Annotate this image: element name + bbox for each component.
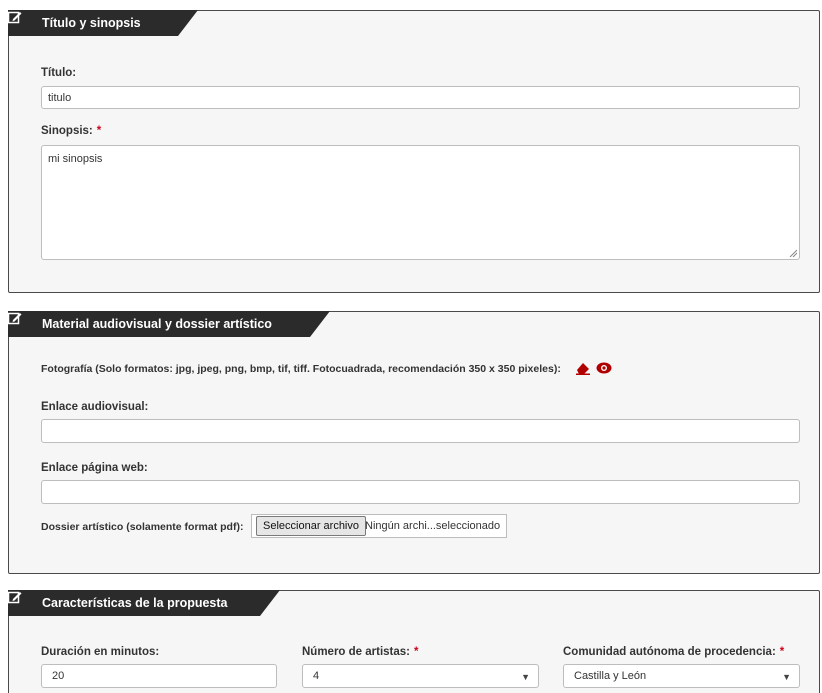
resize-grip-icon[interactable]	[789, 249, 797, 257]
titulo-input[interactable]: titulo	[41, 86, 800, 109]
comunidad-select[interactable]: Castilla y León ▼	[563, 664, 800, 688]
artistas-select[interactable]: 4 ▼	[302, 664, 539, 688]
edit-icon	[8, 11, 22, 24]
dossier-label: Dossier artístico (solamente format pdf)…	[41, 521, 244, 533]
artistas-label-text: Número de artistas:	[302, 646, 411, 658]
required-marker: *	[414, 646, 419, 658]
eye-icon[interactable]	[596, 362, 612, 374]
fotografia-label: Fotografía (Solo formatos: jpg, jpeg, pn…	[41, 363, 561, 375]
duracion-input[interactable]: 20	[41, 664, 277, 688]
caret-down-icon: ▼	[782, 672, 791, 682]
enlace-audiovisual-label: Enlace audiovisual:	[41, 401, 149, 413]
sinopsis-label-text: Sinopsis:	[41, 125, 93, 137]
edit-icon	[8, 591, 22, 604]
duracion-value: 20	[52, 670, 65, 682]
sinopsis-textarea[interactable]: mi sinopsis	[41, 145, 800, 260]
required-marker: *	[96, 125, 102, 137]
enlace-web-label: Enlace página web:	[41, 462, 148, 474]
file-status-text: Ningún archi...seleccionado	[365, 520, 501, 532]
duracion-label: Duración en minutos:	[41, 646, 160, 658]
edit-icon	[8, 312, 22, 325]
titulo-label: Título:	[41, 67, 77, 79]
comunidad-label-text: Comunidad autónoma de procedencia:	[563, 646, 776, 658]
artistas-value: 4	[313, 670, 320, 682]
comunidad-label: Comunidad autónoma de procedencia: *	[563, 646, 784, 658]
panel-title: Título y sinopsis	[42, 16, 141, 30]
enlace-web-input[interactable]	[41, 480, 800, 504]
caret-down-icon: ▼	[521, 672, 530, 682]
sinopsis-textarea-value: mi sinopsis	[48, 153, 103, 165]
comunidad-value: Castilla y León	[574, 670, 647, 682]
enlace-audiovisual-input[interactable]	[41, 419, 800, 443]
titulo-input-value: titulo	[48, 91, 72, 104]
select-file-button[interactable]: Seleccionar archivo	[256, 516, 366, 536]
panel-title: Material audiovisual y dossier artístico	[42, 317, 272, 331]
panel-title: Características de la propuesta	[42, 596, 228, 610]
sinopsis-label: Sinopsis: *	[41, 125, 101, 137]
artistas-label: Número de artistas: *	[302, 646, 419, 658]
required-marker: *	[779, 646, 785, 658]
eraser-icon[interactable]	[575, 361, 591, 375]
